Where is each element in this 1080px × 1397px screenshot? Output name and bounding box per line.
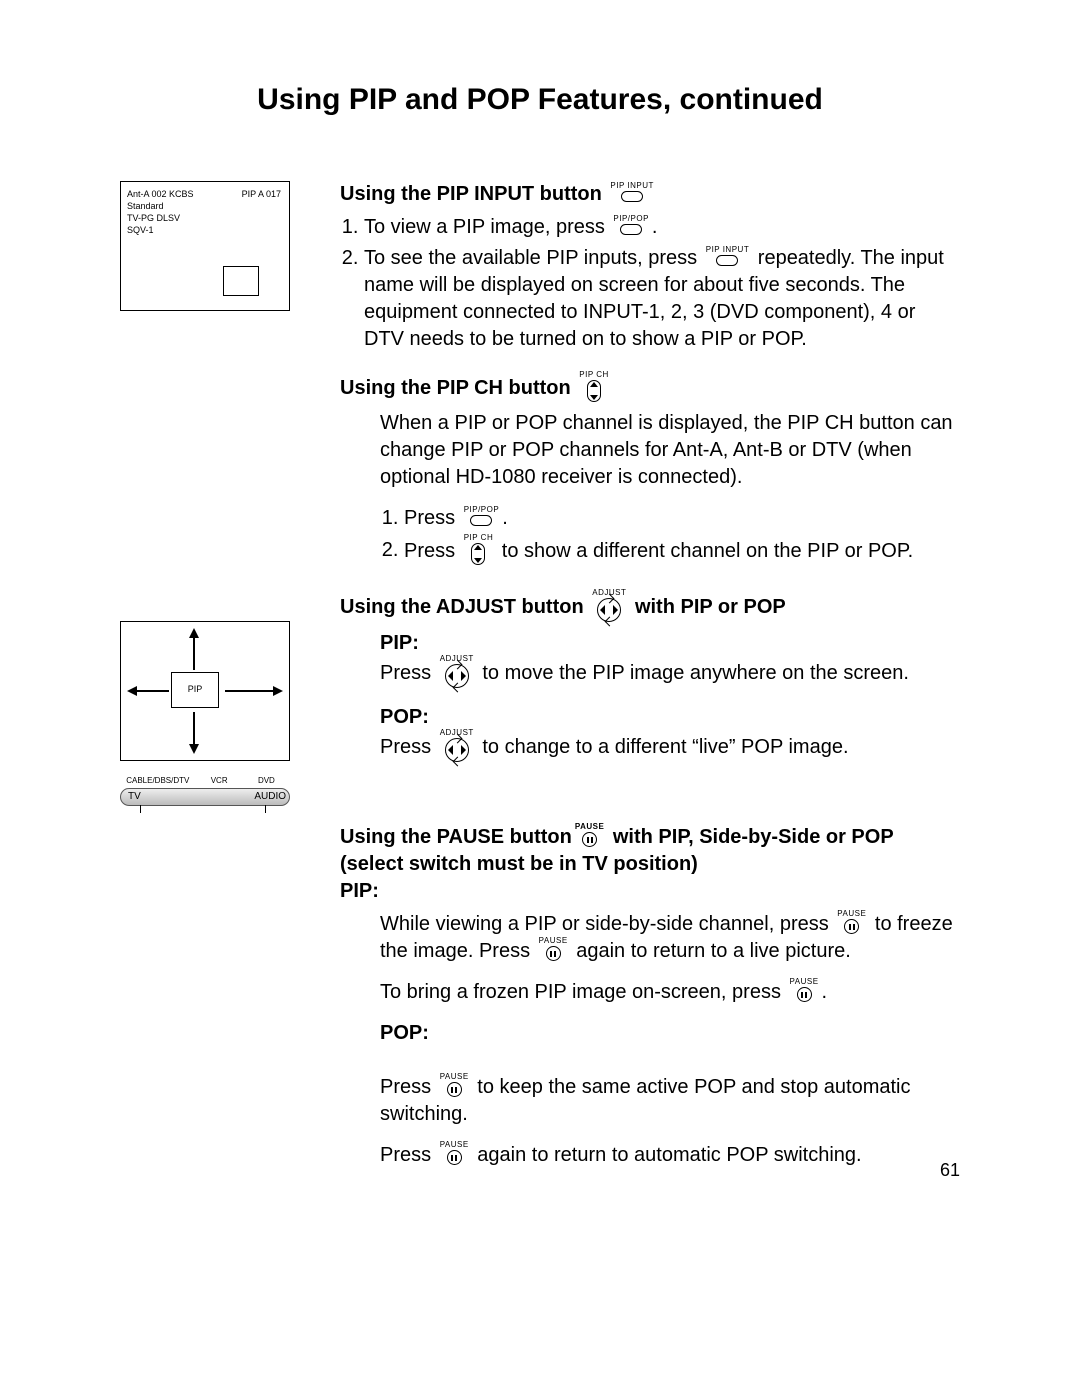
switch-label: VCR bbox=[196, 776, 243, 787]
diag-text: PIP A 017 bbox=[242, 188, 281, 200]
list-item: To view a PIP image, press PIP/POP . bbox=[364, 214, 960, 241]
switch-label: TV bbox=[120, 790, 161, 804]
paragraph: POP: Press PAUSE to keep the same active… bbox=[380, 1020, 960, 1128]
switch-label: DVD bbox=[243, 776, 290, 787]
adjust-button-icon: ADJUST bbox=[440, 729, 474, 762]
section-heading: with PIP or POP bbox=[635, 595, 786, 617]
pause-button-icon: PAUSE bbox=[790, 978, 819, 1002]
arrows-icon bbox=[225, 686, 283, 696]
pip-pop-button-icon: PIP/POP bbox=[464, 506, 500, 526]
page-title: Using PIP and POP Features, continued bbox=[120, 80, 960, 121]
section-heading: Using the PIP INPUT button bbox=[340, 183, 602, 205]
diag-text: TV-PG DLSV bbox=[127, 212, 283, 224]
arrows-icon bbox=[189, 628, 199, 670]
paragraph: Press PAUSE again to return to automatic… bbox=[380, 1142, 960, 1169]
pip-input-button-icon: PIP INPUT bbox=[610, 182, 653, 202]
ordered-list: Press PIP/POP . Press PIP CH bbox=[380, 505, 960, 567]
list-item: To see the available PIP inputs, press P… bbox=[364, 245, 960, 353]
diagram-pip-input: Ant-A 002 KCBS Standard TV-PG DLSV SQV-1… bbox=[120, 181, 290, 311]
list-item: Press PIP/POP . bbox=[404, 505, 960, 532]
pause-button-icon: PAUSE bbox=[575, 823, 604, 847]
section-pause: CABLE/DBS/DTV VCR DVD TV AUDIO Using the… bbox=[120, 784, 960, 1183]
pop-label: POP: bbox=[380, 706, 429, 728]
arrows-icon bbox=[127, 686, 169, 696]
pause-button-icon: PAUSE bbox=[440, 1141, 469, 1165]
pip-box-icon: PIP bbox=[171, 672, 219, 708]
pip-ch-button-icon: PIP CH bbox=[579, 371, 609, 402]
diag-text: SQV-1 bbox=[127, 224, 283, 236]
ordered-list: To view a PIP image, press PIP/POP . To … bbox=[340, 214, 960, 353]
page-number: 61 bbox=[940, 1158, 960, 1182]
pip-pop-button-icon: PIP/POP bbox=[613, 215, 649, 235]
section-adjust: PIP Using the ADJUST button ADJUST with … bbox=[120, 591, 960, 778]
switch-label: AUDIO bbox=[239, 790, 290, 804]
switch-label: CABLE/DBS/DTV bbox=[120, 776, 196, 787]
pip-label: PIP: bbox=[340, 880, 379, 902]
pip-ch-button-icon: PIP CH bbox=[464, 534, 494, 565]
pip-input-button-icon: PIP INPUT bbox=[706, 246, 749, 266]
section-heading: Using the PAUSE button PAUSE with PIP, S… bbox=[340, 826, 893, 875]
adjust-button-icon: ADJUST bbox=[592, 589, 626, 622]
paragraph: POP: Press ADJUST to change to a differe… bbox=[380, 704, 960, 764]
adjust-button-icon: ADJUST bbox=[440, 655, 474, 688]
diag-text: Standard bbox=[127, 200, 283, 212]
section-heading: Using the ADJUST button bbox=[340, 595, 589, 617]
pause-button-icon: PAUSE bbox=[440, 1073, 469, 1097]
slide-switch-diagram: CABLE/DBS/DTV VCR DVD TV AUDIO bbox=[120, 788, 290, 804]
section-pip-ch: Using the PIP CH button PIP CH When a PI… bbox=[340, 373, 960, 567]
diagram-adjust: PIP bbox=[120, 621, 290, 761]
arrows-icon bbox=[189, 712, 199, 754]
pause-button-icon: PAUSE bbox=[539, 937, 568, 961]
section-heading: Using the PIP CH button bbox=[340, 376, 571, 398]
pip-box-icon bbox=[223, 266, 259, 296]
paragraph: While viewing a PIP or side-by-side chan… bbox=[380, 911, 960, 965]
page: Using PIP and POP Features, continued An… bbox=[0, 0, 1080, 1243]
paragraph: When a PIP or POP channel is displayed, … bbox=[380, 410, 960, 491]
paragraph: PIP: Press ADJUST to move the PIP image … bbox=[380, 630, 960, 690]
list-item: Press PIP CH to show a different channel… bbox=[404, 536, 960, 567]
pause-button-icon: PAUSE bbox=[837, 910, 866, 934]
section-pip-input: Ant-A 002 KCBS Standard TV-PG DLSV SQV-1… bbox=[120, 181, 960, 581]
paragraph: To bring a frozen PIP image on-screen, p… bbox=[380, 979, 960, 1006]
pop-label: POP: bbox=[380, 1022, 429, 1044]
pip-label: PIP: bbox=[380, 632, 419, 654]
